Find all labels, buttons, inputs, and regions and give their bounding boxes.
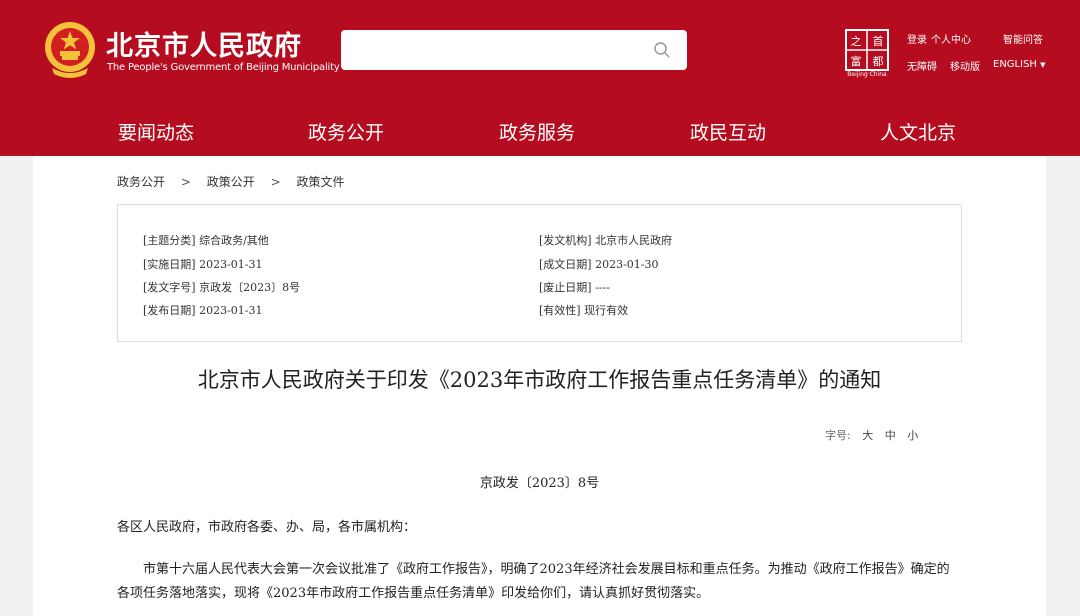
meta-doc-number: [发文字号] 京政发〔2023〕8号 [143,281,301,294]
breadcrumb-separator: > [180,175,191,189]
search-icon[interactable] [653,41,671,59]
document-addressee: 各区人民政府，市政府各委、办、局，各市属机构： [117,520,417,535]
site-logo-title[interactable]: 北京市人民政府 [106,24,302,63]
nav-item-gov-services[interactable]: 政务服务 [499,118,575,145]
document-number: 京政发〔2023〕8号 [479,476,600,491]
font-size-small-button[interactable]: 小 [907,429,918,442]
document-metadata-box: [主题分类] 综合政务/其他 [发文机构] 北京市人民政府 [实施日期] 202… [117,204,962,342]
document-paragraph: 市第十六届人民代表大会第一次会议批准了《政府工作报告》，明确了2023年经济社会… [117,562,950,601]
meta-written-date: [成文日期] 2023-01-30 [539,258,659,271]
site-logo-subtitle[interactable]: The People's Government of Beijing Munic… [107,62,340,73]
meta-published-date: [发布日期] 2023-01-31 [143,304,263,317]
breadcrumb-separator: > [270,175,281,189]
accessibility-link[interactable]: 无障碍 [907,58,937,73]
language-label: ENGLISH [993,59,1037,70]
meta-effective-date: [实施日期] 2023-01-31 [143,258,263,271]
meta-validity: [有效性] 现行有效 [539,304,629,317]
breadcrumb: 政务公开 > 政策公开 > 政策文件 [117,173,344,190]
main-nav: 要闻动态 政务公开 政务服务 政民互动 人文北京 [0,110,1080,156]
search-input[interactable] [341,30,687,70]
nav-item-interaction[interactable]: 政民互动 [690,118,766,145]
smart-qa-link[interactable]: 智能问答 [1003,31,1043,46]
svg-text:都: 都 [873,55,884,68]
nav-item-culture[interactable]: 人文北京 [880,118,956,145]
svg-text:之: 之 [851,34,862,48]
chevron-down-icon: ▼ [1040,61,1046,69]
personal-center-link[interactable]: 个人中心 [931,31,971,46]
breadcrumb-item[interactable]: 政策公开 [207,173,255,190]
main-content: 政务公开 > 政策公开 > 政策文件 [主题分类] 综合政务/其他 [发文机构]… [33,156,1046,616]
meta-topic: [主题分类] 综合政务/其他 [143,234,269,247]
svg-text:富: 富 [851,54,862,68]
breadcrumb-item[interactable]: 政策文件 [296,173,344,190]
mobile-version-link[interactable]: 移动版 [950,58,980,73]
language-switch[interactable]: ENGLISH ▼ [993,59,1046,70]
site-header: 北京市人民政府 The People's Government of Beiji… [0,0,1080,156]
badge-caption: Beijing·China [847,71,887,78]
svg-text:首: 首 [873,34,884,48]
breadcrumb-item[interactable]: 政务公开 [117,173,165,190]
login-link[interactable]: 登录 [907,31,927,46]
national-emblem-icon[interactable] [42,20,98,80]
font-size-control: 字号: 大 中 小 [825,427,918,443]
font-size-large-button[interactable]: 大 [862,429,873,442]
font-size-medium-button[interactable]: 中 [885,429,896,442]
font-size-label: 字号: [825,429,851,442]
nav-item-gov-affairs[interactable]: 政务公开 [308,118,384,145]
document-title: 北京市人民政府关于印发《2023年市政府工作报告重点任务清单》的通知 [197,368,882,392]
nav-item-news[interactable]: 要闻动态 [118,118,194,145]
meta-issuer: [发文机构] 北京市人民政府 [539,234,673,247]
meta-abolished-date: [废止日期] ---- [539,281,610,294]
